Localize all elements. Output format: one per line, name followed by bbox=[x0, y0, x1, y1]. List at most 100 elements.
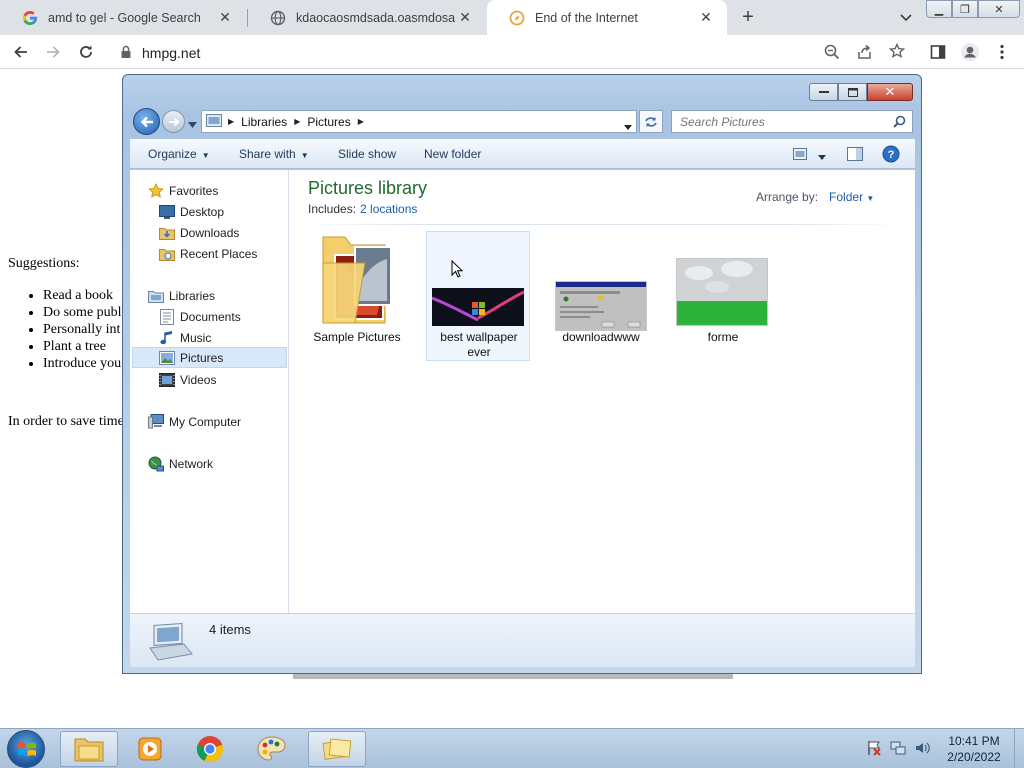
minimize-icon[interactable]: ▁ bbox=[926, 0, 952, 18]
back-icon[interactable] bbox=[8, 40, 34, 64]
file-name: Sample Pictures bbox=[313, 330, 401, 344]
breadcrumb-separator-icon[interactable]: ▶ bbox=[355, 117, 367, 126]
back-arrow-icon[interactable] bbox=[133, 108, 160, 135]
side-panel-icon[interactable] bbox=[925, 40, 951, 64]
breadcrumb-separator-icon[interactable]: ▶ bbox=[225, 117, 237, 126]
slide-show-button[interactable]: Slide show bbox=[338, 147, 396, 161]
recent-pages-chevron-icon[interactable] bbox=[188, 117, 197, 128]
arrange-folder-dropdown[interactable]: Folder ▼ bbox=[829, 190, 874, 204]
taskbar-media-player[interactable] bbox=[121, 731, 179, 767]
clock[interactable]: 10:41 PM 2/20/2022 bbox=[936, 733, 1012, 765]
volume-icon[interactable] bbox=[914, 740, 930, 759]
share-with-label: Share with bbox=[239, 147, 296, 161]
nav-music[interactable]: Music bbox=[159, 327, 211, 348]
nav-pictures[interactable]: Pictures bbox=[132, 347, 287, 368]
reload-icon[interactable] bbox=[73, 40, 99, 64]
nav-my-computer[interactable]: My Computer bbox=[148, 411, 241, 432]
minimize-icon[interactable] bbox=[809, 83, 838, 101]
new-folder-button[interactable]: New folder bbox=[424, 147, 481, 161]
downloads-folder-icon bbox=[159, 225, 175, 241]
details-pane: 4 items bbox=[130, 613, 915, 667]
refresh-icon[interactable] bbox=[639, 110, 663, 133]
bookmark-star-icon[interactable] bbox=[888, 42, 906, 62]
lock-icon bbox=[120, 45, 132, 62]
close-icon[interactable]: ✕ bbox=[867, 83, 913, 101]
forward-icon[interactable] bbox=[40, 40, 66, 64]
navigation-pane: Favorites Desktop Downloads Recent Place… bbox=[130, 170, 289, 613]
action-center-flag-icon[interactable] bbox=[866, 740, 882, 759]
search-icon[interactable] bbox=[893, 115, 906, 131]
nav-documents[interactable]: Documents bbox=[159, 306, 241, 327]
address-bar[interactable]: hmpg.net bbox=[110, 38, 916, 66]
share-with-button[interactable]: Share with ▼ bbox=[239, 147, 309, 161]
search-input[interactable] bbox=[672, 111, 882, 132]
close-tab-icon[interactable]: ✕ bbox=[216, 9, 234, 27]
browser-window-controls: ▁ ❐ ✕ bbox=[926, 0, 1020, 18]
nav-libraries[interactable]: Libraries bbox=[148, 285, 215, 306]
nav-desktop[interactable]: Desktop bbox=[159, 201, 224, 222]
address-dropdown-icon[interactable] bbox=[624, 119, 632, 133]
tab-end-of-the-internet[interactable]: End of the Internet ✕ bbox=[487, 0, 727, 35]
zoom-icon[interactable] bbox=[824, 44, 840, 63]
nav-network[interactable]: Network bbox=[148, 453, 213, 474]
breadcrumb-libraries[interactable]: Libraries bbox=[237, 115, 291, 129]
svg-text:?: ? bbox=[888, 149, 895, 161]
preview-pane-icon[interactable] bbox=[847, 147, 863, 164]
suggestions-heading: Suggestions: bbox=[8, 256, 80, 271]
menu-kebab-icon[interactable] bbox=[989, 40, 1015, 64]
share-icon[interactable] bbox=[857, 44, 873, 63]
taskbar-explorer-window[interactable] bbox=[308, 731, 366, 767]
view-options-chevron-icon[interactable] bbox=[818, 149, 826, 163]
network-tray-icon[interactable] bbox=[890, 740, 906, 759]
folder-icon bbox=[74, 738, 104, 762]
nav-label: Videos bbox=[180, 372, 217, 387]
pictures-icon bbox=[159, 350, 175, 366]
nav-favorites[interactable]: Favorites bbox=[148, 180, 218, 201]
forward-arrow-icon[interactable] bbox=[162, 110, 185, 133]
close-tab-icon[interactable]: ✕ bbox=[697, 9, 715, 27]
media-player-icon bbox=[138, 737, 162, 761]
tab-search-chevron-icon[interactable] bbox=[896, 8, 916, 28]
organize-button[interactable]: Organize ▼ bbox=[148, 147, 210, 161]
explorer-address-bar[interactable]: ▶ Libraries ▶ Pictures ▶ bbox=[201, 110, 637, 133]
list-item: Introduce you bbox=[43, 355, 122, 372]
taskbar-paint[interactable] bbox=[243, 731, 301, 767]
file-item-best-wallpaper-ever[interactable]: best wallpaper ever bbox=[426, 231, 530, 361]
close-icon[interactable]: ✕ bbox=[978, 0, 1020, 18]
new-tab-button[interactable]: + bbox=[736, 5, 760, 29]
file-item-downloadwww[interactable]: downloadwww bbox=[549, 231, 653, 361]
help-icon[interactable]: ? bbox=[882, 145, 900, 166]
command-bar: Organize ▼ Share with ▼ Slide show New fol… bbox=[130, 139, 915, 169]
file-item-forme[interactable]: forme bbox=[671, 231, 775, 361]
clock-time: 10:41 PM bbox=[948, 734, 1000, 748]
locations-link[interactable]: 2 locations bbox=[360, 202, 417, 216]
url-text: hmpg.net bbox=[142, 45, 201, 61]
file-item-sample-pictures[interactable]: Sample Pictures bbox=[305, 231, 409, 361]
nav-downloads[interactable]: Downloads bbox=[159, 222, 239, 243]
profile-avatar-icon[interactable] bbox=[957, 40, 983, 64]
change-view-icon[interactable] bbox=[793, 148, 807, 163]
maximize-icon[interactable] bbox=[838, 83, 867, 101]
folder-thumbnail-icon bbox=[322, 236, 392, 324]
breadcrumb-separator-icon[interactable]: ▶ bbox=[291, 117, 303, 126]
taskbar-chrome[interactable] bbox=[181, 731, 239, 767]
library-folder-icon bbox=[206, 113, 222, 130]
nav-videos[interactable]: Videos bbox=[159, 369, 216, 390]
restore-icon[interactable]: ❐ bbox=[952, 0, 978, 18]
tab-title: kdaocaosmdsada.oasmdosamd.c bbox=[296, 10, 456, 25]
documents-icon bbox=[159, 308, 175, 325]
network-globe-icon bbox=[148, 456, 164, 472]
search-pictures-box[interactable] bbox=[671, 110, 913, 133]
system-tray bbox=[866, 740, 930, 759]
breadcrumb-pictures[interactable]: Pictures bbox=[303, 115, 354, 129]
taskbar-explorer[interactable] bbox=[60, 731, 118, 767]
nav-recent-places[interactable]: Recent Places bbox=[159, 243, 257, 264]
clock-date: 2/20/2022 bbox=[947, 750, 1001, 764]
close-tab-icon[interactable]: ✕ bbox=[456, 9, 474, 27]
tab-kdaocaosmdsada[interactable]: kdaocaosmdsada.oasmdosamd.c ✕ bbox=[248, 0, 486, 35]
show-desktop-button[interactable] bbox=[1014, 729, 1024, 768]
save-time-text: In order to save time bbox=[8, 414, 124, 429]
tab-google-search[interactable]: amd to gel - Google Search ✕ bbox=[0, 0, 246, 35]
start-button[interactable] bbox=[7, 730, 45, 768]
file-name: downloadwww bbox=[562, 330, 640, 344]
